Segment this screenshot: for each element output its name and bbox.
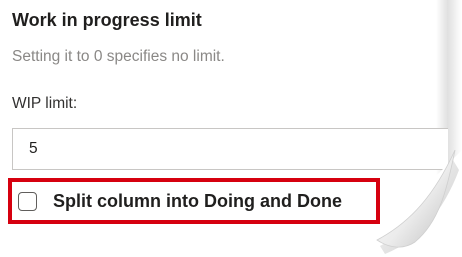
- section-title: Work in progress limit: [12, 10, 202, 30]
- split-column-label[interactable]: Split column into Doing and Done: [53, 191, 342, 212]
- wip-limit-label: WIP limit:: [12, 95, 78, 112]
- settings-panel: Work in progress limit Setting it to 0 s…: [0, 0, 462, 257]
- page-curl: [355, 150, 462, 257]
- split-column-checkbox[interactable]: [18, 192, 37, 211]
- split-column-option[interactable]: Split column into Doing and Done: [18, 191, 342, 212]
- section-hint: Setting it to 0 specifies no limit.: [12, 48, 225, 65]
